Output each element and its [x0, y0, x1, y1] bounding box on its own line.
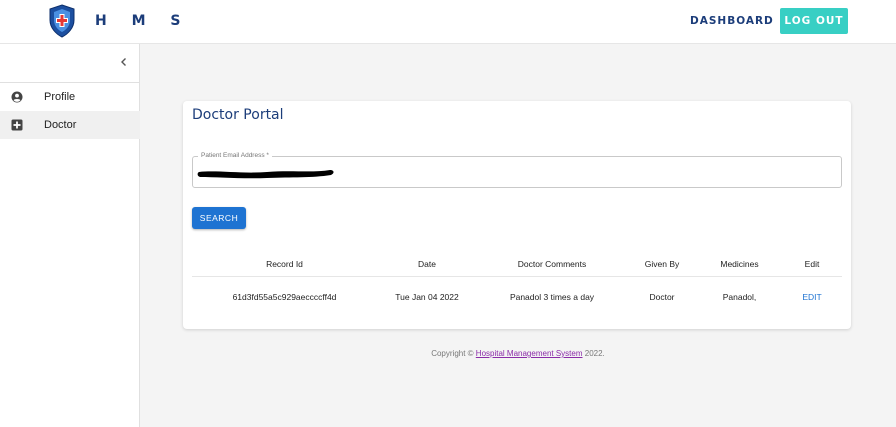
column-header-doctor-comments: Doctor Comments [517, 259, 587, 269]
sidebar-item-doctor[interactable]: Doctor [0, 111, 140, 139]
dashboard-link[interactable]: DASHBOARD [690, 15, 774, 27]
given-by-cell: Doctor [649, 292, 675, 302]
sidebar-item-label: Doctor [44, 119, 77, 131]
footer: Copyright © Hospital Management System 2… [140, 349, 896, 358]
column-header-medicines: Medicines [720, 259, 759, 269]
sidebar-item-profile[interactable]: Profile [0, 83, 140, 111]
date-cell: Tue Jan 04 2022 [395, 292, 459, 302]
column-header-given-by: Given By [644, 259, 680, 269]
record-id-cell: 61d3fd55a5c929aeccccff4d [232, 292, 337, 302]
patient-email-field[interactable]: Patient Email Address * [192, 152, 842, 188]
account-circle-icon [11, 91, 23, 103]
records-table: Record Id Date Doctor Comments Given By … [192, 251, 842, 310]
column-header-edit: Edit [804, 259, 820, 269]
redaction-mark [197, 170, 334, 179]
edit-record-link[interactable]: EDIT [802, 292, 821, 302]
footer-copyright-prefix: Copyright © [431, 349, 474, 358]
search-button[interactable]: SEARCH [192, 207, 246, 229]
column-header-record-id: Record Id [266, 259, 303, 269]
page-title: Doctor Portal [192, 107, 284, 123]
footer-hms-link[interactable]: Hospital Management System [476, 349, 583, 358]
logout-button[interactable]: LOG OUT [780, 8, 848, 34]
top-app-bar: H M S DASHBOARD LOG OUT [0, 0, 896, 44]
plus-box-icon [11, 119, 23, 131]
chevron-left-icon[interactable] [118, 56, 130, 68]
doctor-portal-card: Doctor Portal Patient Email Address * SE… [183, 101, 851, 329]
sidebar-item-label: Profile [44, 91, 76, 103]
footer-year: 2022. [584, 349, 605, 358]
edit-cell: EDIT [782, 284, 842, 310]
medicines-cell: Panadol, [722, 292, 757, 302]
hospital-shield-logo-icon[interactable] [48, 4, 76, 38]
sidebar: Profile Doctor [0, 44, 140, 427]
doctor-comments-cell: Panadol 3 times a day [509, 292, 595, 302]
table-row: 61d3fd55a5c929aeccccff4d Tue Jan 04 2022… [192, 284, 842, 310]
column-header-date: Date [418, 259, 436, 269]
table-header-row: Record Id Date Doctor Comments Given By … [192, 251, 842, 277]
patient-email-label: Patient Email Address * [198, 152, 272, 159]
app-brand: H M S [95, 13, 191, 29]
